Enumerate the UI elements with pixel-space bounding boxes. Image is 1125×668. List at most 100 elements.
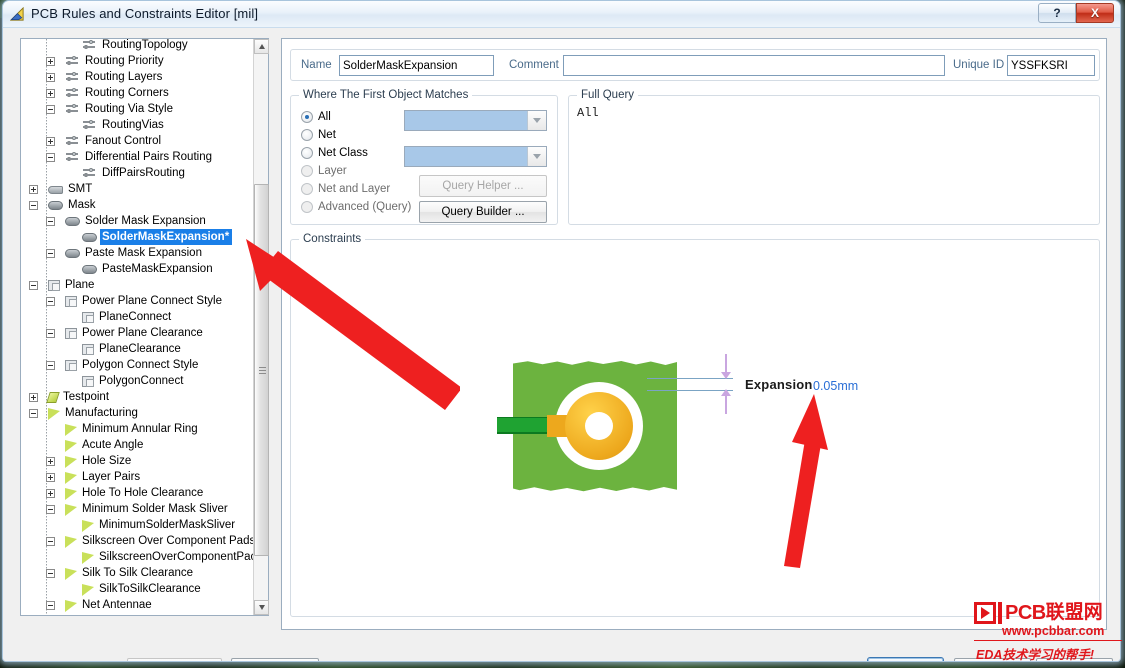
- tree-item-soldermaskexpansion[interactable]: SolderMaskExpansion*: [21, 229, 253, 245]
- tree-item-planeclearance[interactable]: PlaneClearance: [21, 341, 253, 357]
- expander-minus-icon[interactable]: [46, 104, 55, 114]
- expander-plus-icon[interactable]: [29, 392, 38, 402]
- radio-row-layer[interactable]: Layer: [301, 165, 347, 177]
- scope-combo-net-class-value: [405, 147, 413, 166]
- scrollbar-thumb[interactable]: [254, 184, 269, 556]
- tree-item-plane[interactable]: Plane: [21, 277, 253, 293]
- tree-item-routing-layers[interactable]: Routing Layers: [21, 69, 253, 85]
- tree-item-power-plane-clearance[interactable]: Power Plane Clearance: [21, 325, 253, 341]
- tree-item-polygonconnect[interactable]: PolygonConnect: [21, 373, 253, 389]
- tree-item-power-plane-connect-style[interactable]: Power Plane Connect Style: [21, 293, 253, 309]
- expander-minus-icon[interactable]: [46, 216, 55, 226]
- radio-row-advanced-query[interactable]: Advanced (Query): [301, 201, 411, 213]
- tree-item-label: Minimum Annular Ring: [82, 423, 198, 435]
- expander-plus-icon[interactable]: [46, 136, 55, 146]
- expander-plus-icon[interactable]: [46, 72, 55, 82]
- full-query-text[interactable]: All: [577, 106, 599, 120]
- expansion-value: 0.05mm: [813, 379, 859, 393]
- scroll-up-button[interactable]: [254, 39, 269, 54]
- tree-item-minimum-annular-ring[interactable]: Minimum Annular Ring: [21, 421, 253, 437]
- expander-minus-icon[interactable]: [29, 200, 38, 210]
- tree-item-label: Power Plane Clearance: [82, 327, 203, 339]
- scope-combo-all-dropdown-button[interactable]: [527, 111, 546, 130]
- tree-item-silktosilkclearance[interactable]: SilkToSilkClearance: [21, 581, 253, 597]
- expander-minus-icon[interactable]: [46, 504, 55, 514]
- expander-plus-icon[interactable]: [46, 472, 55, 482]
- expander-minus-icon[interactable]: [29, 280, 38, 290]
- ok-button[interactable]: OK: [867, 657, 944, 661]
- expander-minus-icon[interactable]: [46, 328, 55, 338]
- tree-item-routing-via-style[interactable]: Routing Via Style: [21, 101, 253, 117]
- expander-minus-icon[interactable]: [46, 152, 55, 162]
- rules-tree-viewport: RoutingTopology Routing Priority Routing L…: [21, 39, 253, 615]
- tree-item-mask[interactable]: Mask: [21, 197, 253, 213]
- query-builder-button[interactable]: Query Builder ...: [419, 201, 547, 223]
- scope-combo-net-class-dropdown-button[interactable]: [527, 147, 546, 166]
- tree-item-polygon-connect-style[interactable]: Polygon Connect Style: [21, 357, 253, 373]
- routing-rule-icon: [65, 151, 80, 163]
- radio-row-net[interactable]: Net: [301, 129, 336, 141]
- tree-item-diffpairsrouting[interactable]: DiffPairsRouting: [21, 165, 253, 181]
- watermark-brand: PCB 联盟网: [974, 602, 1103, 624]
- tree-item-smt[interactable]: SMT: [21, 181, 253, 197]
- rules-tree-panel: RoutingTopology Routing Priority Routing L…: [20, 38, 269, 616]
- radio-row-all[interactable]: All: [301, 111, 331, 123]
- scroll-down-button[interactable]: [254, 600, 269, 615]
- expander-minus-icon[interactable]: [46, 360, 55, 370]
- expander-plus-icon[interactable]: [46, 88, 55, 98]
- priorities-button[interactable]: Priorities...: [231, 658, 319, 661]
- tree-item-net-antennae[interactable]: Net Antennae: [21, 597, 253, 613]
- tree-item-pastemaskexpansion[interactable]: PasteMaskExpansion: [21, 261, 253, 277]
- window-titlebar[interactable]: PCB Rules and Constraints Editor [mil] ?…: [3, 1, 1120, 28]
- expander-minus-icon[interactable]: [46, 568, 55, 578]
- tree-item-differential-pairs-routing[interactable]: Differential Pairs Routing: [21, 149, 253, 165]
- expander-minus-icon[interactable]: [46, 248, 55, 258]
- radio-row-net-and-layer[interactable]: Net and Layer: [301, 183, 390, 195]
- query-helper-button[interactable]: Query Helper ...: [419, 175, 547, 197]
- unique-id-input[interactable]: [1007, 55, 1095, 76]
- tree-item-manufacturing[interactable]: Manufacturing: [21, 405, 253, 421]
- tree-item-label: Routing Priority: [85, 55, 164, 67]
- comment-input[interactable]: [563, 55, 945, 76]
- tree-item-silkscreenovercomponentpac[interactable]: SilkscreenOverComponentPac: [21, 549, 253, 565]
- tree-vertical-scrollbar[interactable]: [253, 39, 269, 615]
- radio-layer-label: Layer: [318, 165, 347, 177]
- expander-plus-icon[interactable]: [29, 184, 38, 194]
- tree-item-fanout-control[interactable]: Fanout Control: [21, 133, 253, 149]
- tree-item-label: Testpoint: [63, 391, 110, 403]
- radio-row-net-class[interactable]: Net Class: [301, 147, 368, 159]
- help-button[interactable]: ?: [1038, 3, 1076, 23]
- tree-item-planeconnect[interactable]: PlaneConnect: [21, 309, 253, 325]
- where-first-object-matches-group: Where The First Object Matches All Net N…: [290, 89, 558, 225]
- tree-item-label: Hole To Hole Clearance: [82, 487, 204, 499]
- tree-item-hole-size[interactable]: Hole Size: [21, 453, 253, 469]
- scope-combo-net-class[interactable]: [404, 146, 547, 167]
- tree-item-minimum-solder-mask-sliver[interactable]: Minimum Solder Mask Sliver: [21, 501, 253, 517]
- tree-item-hole-to-hole-clearance[interactable]: Hole To Hole Clearance: [21, 485, 253, 501]
- tree-item-silkscreen-over-component-pads[interactable]: Silkscreen Over Component Pads: [21, 533, 253, 549]
- expander-minus-icon[interactable]: [46, 600, 55, 610]
- tree-item-silk-to-silk-clearance[interactable]: Silk To Silk Clearance: [21, 565, 253, 581]
- tree-item-paste-mask-expansion[interactable]: Paste Mask Expansion: [21, 245, 253, 261]
- expander-plus-icon[interactable]: [46, 456, 55, 466]
- close-button[interactable]: X: [1076, 3, 1114, 23]
- expander-minus-icon[interactable]: [46, 296, 55, 306]
- tree-item-testpoint[interactable]: Testpoint: [21, 389, 253, 405]
- tree-item-layer-pairs[interactable]: Layer Pairs: [21, 469, 253, 485]
- tree-item-routingtopology[interactable]: RoutingTopology: [21, 39, 253, 53]
- mask-rule-icon: [48, 201, 63, 210]
- tree-item-routing-priority[interactable]: Routing Priority: [21, 53, 253, 69]
- expander-plus-icon[interactable]: [46, 488, 55, 498]
- manufacturing-rule-icon: [65, 599, 77, 612]
- tree-item-minimumsoldermasksliver[interactable]: MinimumSolderMaskSliver: [21, 517, 253, 533]
- tree-item-acute-angle[interactable]: Acute Angle: [21, 437, 253, 453]
- name-input[interactable]: [339, 55, 494, 76]
- expander-plus-icon[interactable]: [46, 56, 55, 66]
- scope-combo-all[interactable]: [404, 110, 547, 131]
- tree-item-routing-corners[interactable]: Routing Corners: [21, 85, 253, 101]
- tree-item-routingvias[interactable]: RoutingVias: [21, 117, 253, 133]
- tree-item-solder-mask-expansion[interactable]: Solder Mask Expansion: [21, 213, 253, 229]
- expander-minus-icon[interactable]: [29, 408, 38, 418]
- rule-wizard-button[interactable]: Rule Wizard...: [127, 658, 222, 661]
- expander-minus-icon[interactable]: [46, 536, 55, 546]
